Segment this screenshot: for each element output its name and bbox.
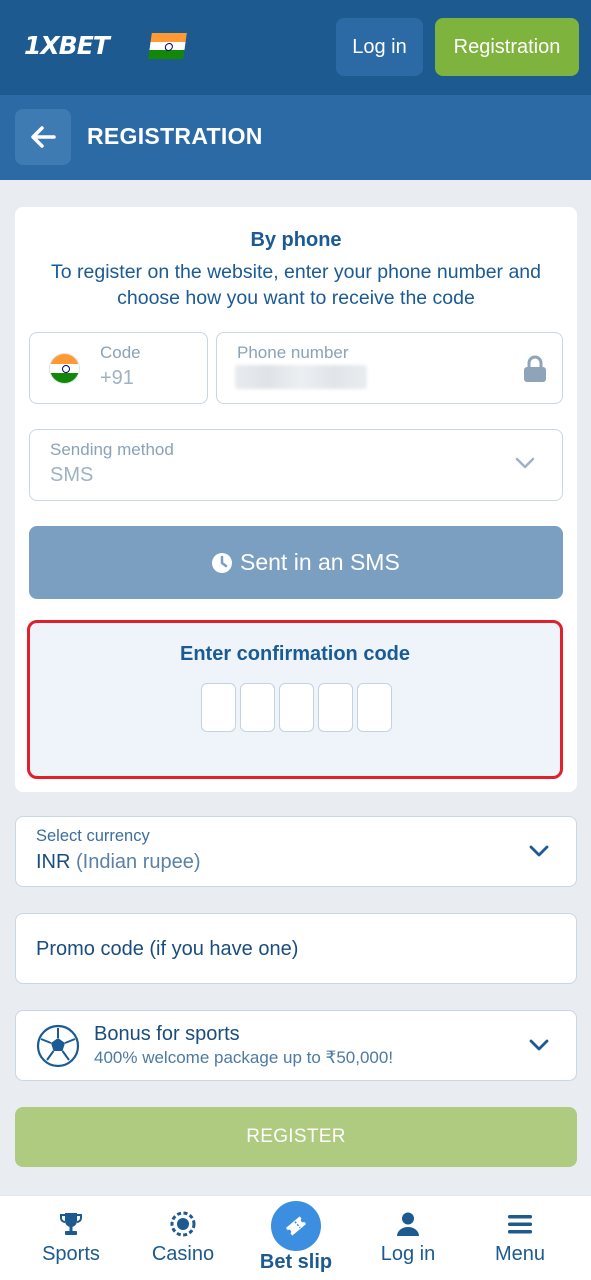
nav-casino-label: Casino (151, 1243, 215, 1265)
top-header: 1XBET Log in Registration (0, 0, 591, 95)
soccer-ball-icon (36, 1024, 80, 1068)
user-icon (397, 1212, 419, 1236)
nav-sports-label: Sports (42, 1243, 100, 1265)
casino-chip-icon (170, 1211, 196, 1237)
sending-method-select[interactable]: Sending method SMS (29, 429, 563, 501)
phone-number-value-redacted (235, 365, 367, 389)
arrow-left-icon (31, 126, 56, 148)
lock-icon (524, 355, 546, 382)
code-digit-input[interactable] (201, 683, 236, 732)
page-title-bar: REGISTRATION (0, 95, 591, 180)
phone-label: Phone number (237, 343, 349, 362)
india-flag-icon (148, 33, 187, 59)
promo-code-input[interactable]: Promo code (if you have one) (15, 913, 577, 984)
code-digit-input[interactable] (318, 683, 353, 732)
india-flag-icon (49, 353, 80, 384)
registration-button[interactable]: Registration (435, 18, 579, 76)
code-label: Code (100, 343, 141, 362)
sending-method-label: Sending method (50, 440, 174, 459)
nav-login-label: Log in (380, 1243, 436, 1265)
promo-code-placeholder: Promo code (if you have one) (36, 938, 299, 960)
currency-label: Select currency (36, 827, 150, 845)
ticket-icon (285, 1216, 307, 1236)
currency-select[interactable]: Select currency INR (Indian rupee) (15, 816, 577, 887)
brand-logo[interactable]: 1XBET (24, 30, 110, 62)
bet-slip-button[interactable] (271, 1201, 321, 1251)
nav-menu[interactable]: Menu (465, 1196, 575, 1280)
code-digit-input[interactable] (279, 683, 314, 732)
chevron-down-icon (515, 457, 535, 469)
country-code-selector[interactable]: Code +91 (29, 332, 208, 404)
nav-sports[interactable]: Sports (16, 1196, 126, 1280)
code-value: +91 (100, 367, 134, 389)
register-button[interactable]: REGISTER (15, 1107, 577, 1167)
registration-card: By phone To register on the website, ent… (15, 207, 577, 792)
chevron-down-icon (529, 1039, 549, 1051)
trophy-icon (60, 1213, 82, 1235)
login-button[interactable]: Log in (336, 18, 423, 76)
sending-method-value: SMS (50, 464, 94, 486)
clock-icon (212, 553, 232, 573)
nav-bet-slip-label[interactable]: Bet slip (241, 1251, 351, 1274)
method-heading: By phone (250, 229, 342, 251)
code-digit-input[interactable] (240, 683, 275, 732)
nav-login[interactable]: Log in (353, 1196, 463, 1280)
bottom-navigation: Sports Casino Bet slip Log in Menu (0, 1195, 591, 1280)
confirmation-code-title: Enter confirmation code (179, 643, 411, 665)
nav-casino[interactable]: Casino (128, 1196, 238, 1280)
phone-number-field[interactable]: Phone number (216, 332, 563, 404)
bonus-select[interactable]: Bonus for sports 400% welcome package up… (15, 1010, 577, 1081)
back-button[interactable] (15, 109, 71, 165)
currency-name: (Indian rupee) (76, 851, 201, 873)
code-digit-input[interactable] (357, 683, 392, 732)
hamburger-menu-icon (508, 1215, 532, 1234)
confirmation-code-box: Enter confirmation code (27, 620, 563, 779)
currency-value: INR (Indian rupee) (36, 851, 201, 874)
instructions-text: To register on the website, enter your p… (51, 261, 541, 309)
nav-menu-label: Menu (494, 1243, 546, 1265)
currency-code: INR (36, 851, 71, 873)
sent-in-sms-button[interactable]: Sent in an SMS (29, 526, 563, 599)
sms-button-label: Sent in an SMS (240, 549, 400, 575)
page-title: REGISTRATION (87, 123, 263, 149)
bonus-title: Bonus for sports (94, 1023, 240, 1045)
chevron-down-icon (529, 845, 549, 857)
bonus-subtitle: 400% welcome package up to ₹50,000! (94, 1048, 394, 1067)
